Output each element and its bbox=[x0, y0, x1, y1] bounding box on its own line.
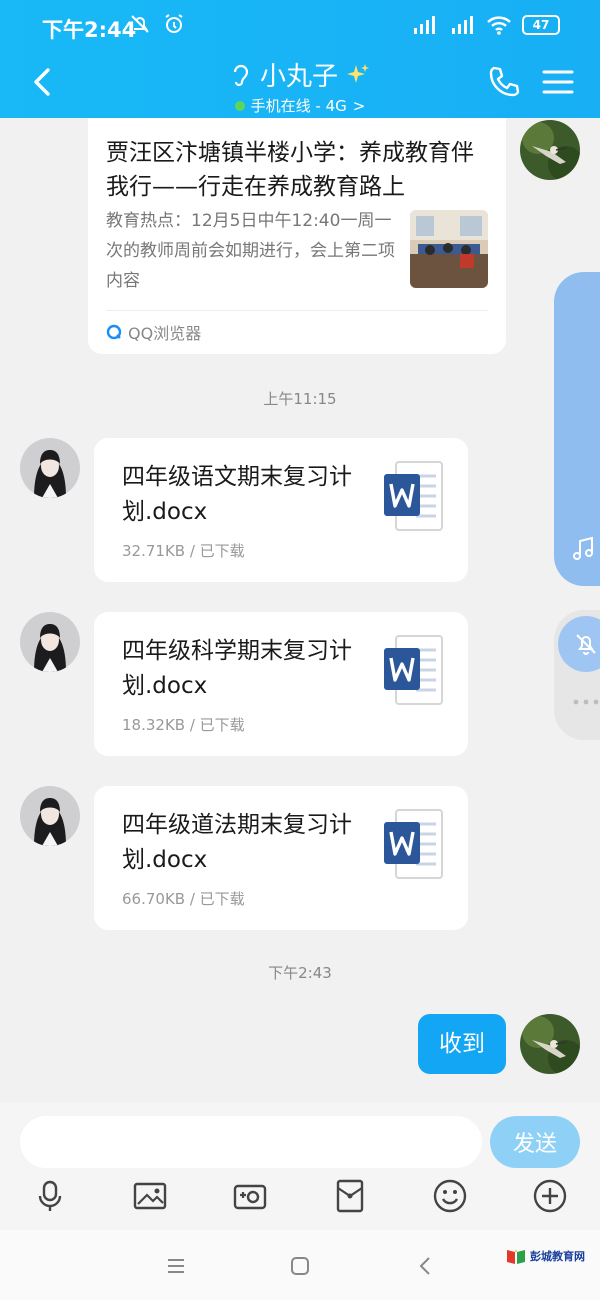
wifi-icon bbox=[487, 16, 511, 35]
file-name: 四年级语文期末复习计划.docx bbox=[122, 464, 352, 525]
red-packet-icon[interactable] bbox=[332, 1178, 368, 1214]
system-nav-bar: 彭城教育网 bbox=[0, 1230, 600, 1300]
article-title: 贾汪区汴塘镇半楼小学：养成教育伴我行——行走在养成教育路上 bbox=[106, 140, 474, 200]
composer: 发送 bbox=[0, 1102, 600, 1230]
image-picker-icon[interactable] bbox=[132, 1178, 168, 1214]
my-avatar[interactable] bbox=[520, 1014, 580, 1074]
emoji-icon[interactable] bbox=[432, 1178, 468, 1214]
file-size-status: 18.32KB / 已下载 bbox=[122, 716, 245, 734]
more-dots-icon[interactable] bbox=[572, 698, 600, 706]
chat-area[interactable]: 贾汪区汴塘镇半楼小学：养成教育伴我行——行走在养成教育路上 教育热点：12月5日… bbox=[0, 118, 600, 1102]
article-source-name: QQ浏览器 bbox=[128, 324, 202, 343]
signal-hd-2-icon bbox=[452, 16, 473, 34]
article-thumbnail bbox=[410, 210, 488, 288]
online-status[interactable]: 手机在线 - 4G > bbox=[234, 95, 366, 116]
article-summary: 教育热点：12月5日中午12:40一周一次的教师周前会如期进行，会上第二项内容 bbox=[106, 211, 395, 291]
article-source: QQ浏览器 bbox=[106, 320, 201, 344]
recent-apps-icon[interactable] bbox=[162, 1252, 190, 1280]
sparkle-icon bbox=[347, 63, 369, 83]
file-message[interactable]: 四年级道法期末复习计划.docx 66.70KB / 已下载 bbox=[94, 786, 468, 930]
signal-hd-icon bbox=[414, 16, 435, 34]
floating-music-panel[interactable] bbox=[554, 272, 600, 586]
book-logo-icon bbox=[507, 1249, 525, 1264]
file-size-status: 66.70KB / 已下载 bbox=[122, 890, 245, 908]
file-message[interactable]: 四年级语文期末复习计划.docx 32.71KB / 已下载 bbox=[94, 438, 468, 582]
online-dot-icon bbox=[234, 100, 245, 111]
message-input[interactable] bbox=[20, 1116, 482, 1168]
qq-browser-icon bbox=[106, 324, 122, 340]
camera-icon[interactable] bbox=[232, 1178, 268, 1214]
sent-message-bubble[interactable]: 收到 bbox=[418, 1014, 506, 1074]
my-avatar[interactable] bbox=[520, 120, 580, 180]
mute-bell-button[interactable] bbox=[558, 616, 600, 672]
file-name: 四年级科学期末复习计划.docx bbox=[122, 638, 352, 699]
chevron-right-icon: > bbox=[352, 96, 366, 115]
menu-icon[interactable] bbox=[540, 64, 576, 100]
send-button[interactable]: 发送 bbox=[490, 1116, 580, 1168]
battery-indicator: 47 bbox=[522, 15, 560, 35]
chat-header: 下午2:44 47 小丸子 手机在线 - 4G > bbox=[0, 0, 600, 118]
music-note-icon[interactable] bbox=[570, 536, 596, 562]
word-document-icon bbox=[384, 461, 443, 531]
status-time: 下午2:44 bbox=[42, 18, 137, 42]
file-size-status: 32.71KB / 已下载 bbox=[122, 542, 245, 560]
contact-avatar[interactable] bbox=[20, 612, 80, 672]
word-document-icon bbox=[384, 635, 443, 705]
notifications-off-icon bbox=[131, 15, 149, 33]
watermark-logo: 彭城教育网 bbox=[506, 1248, 585, 1264]
ear-icon bbox=[233, 64, 249, 86]
file-message[interactable]: 四年级科学期末复习计划.docx 18.32KB / 已下载 bbox=[94, 612, 468, 756]
status-bar: 下午2:44 47 bbox=[0, 0, 600, 54]
bell-off-icon bbox=[576, 634, 596, 655]
timestamp: 上午11:15 bbox=[263, 390, 337, 408]
file-name: 四年级道法期末复习计划.docx bbox=[122, 812, 352, 873]
home-icon[interactable] bbox=[286, 1252, 314, 1280]
floating-tools-panel[interactable] bbox=[554, 610, 600, 740]
contact-title[interactable]: 小丸子 bbox=[230, 56, 370, 93]
watermark-text: 彭城教育网 bbox=[530, 1250, 585, 1263]
nav-back-icon[interactable] bbox=[412, 1252, 440, 1280]
contact-avatar[interactable] bbox=[20, 438, 80, 498]
online-status-text: 手机在线 - 4G bbox=[250, 97, 347, 115]
shared-article-card[interactable]: 贾汪区汴塘镇半楼小学：养成教育伴我行——行走在养成教育路上 教育热点：12月5日… bbox=[88, 118, 506, 354]
contact-name: 小丸子 bbox=[259, 62, 338, 92]
phone-call-icon[interactable] bbox=[486, 64, 522, 100]
alarm-icon bbox=[165, 14, 183, 33]
word-document-icon bbox=[384, 809, 443, 879]
plus-more-icon[interactable] bbox=[532, 1178, 568, 1214]
timestamp: 下午2:43 bbox=[268, 964, 332, 982]
voice-mic-icon[interactable] bbox=[32, 1178, 68, 1214]
contact-avatar[interactable] bbox=[20, 786, 80, 846]
